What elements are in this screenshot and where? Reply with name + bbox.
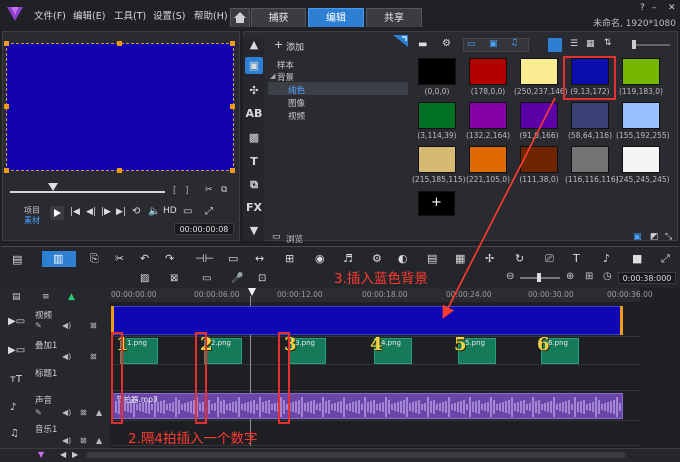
scroll-right-icon[interactable]: ▶	[72, 450, 78, 459]
arrow-to-track	[442, 97, 556, 319]
horizontal-scrollbar[interactable]	[86, 452, 626, 458]
scroll-left-icon[interactable]: ◀	[60, 450, 66, 459]
annotation-arrows	[442, 97, 556, 319]
bottom-logo-icon: ▼	[38, 450, 45, 459]
